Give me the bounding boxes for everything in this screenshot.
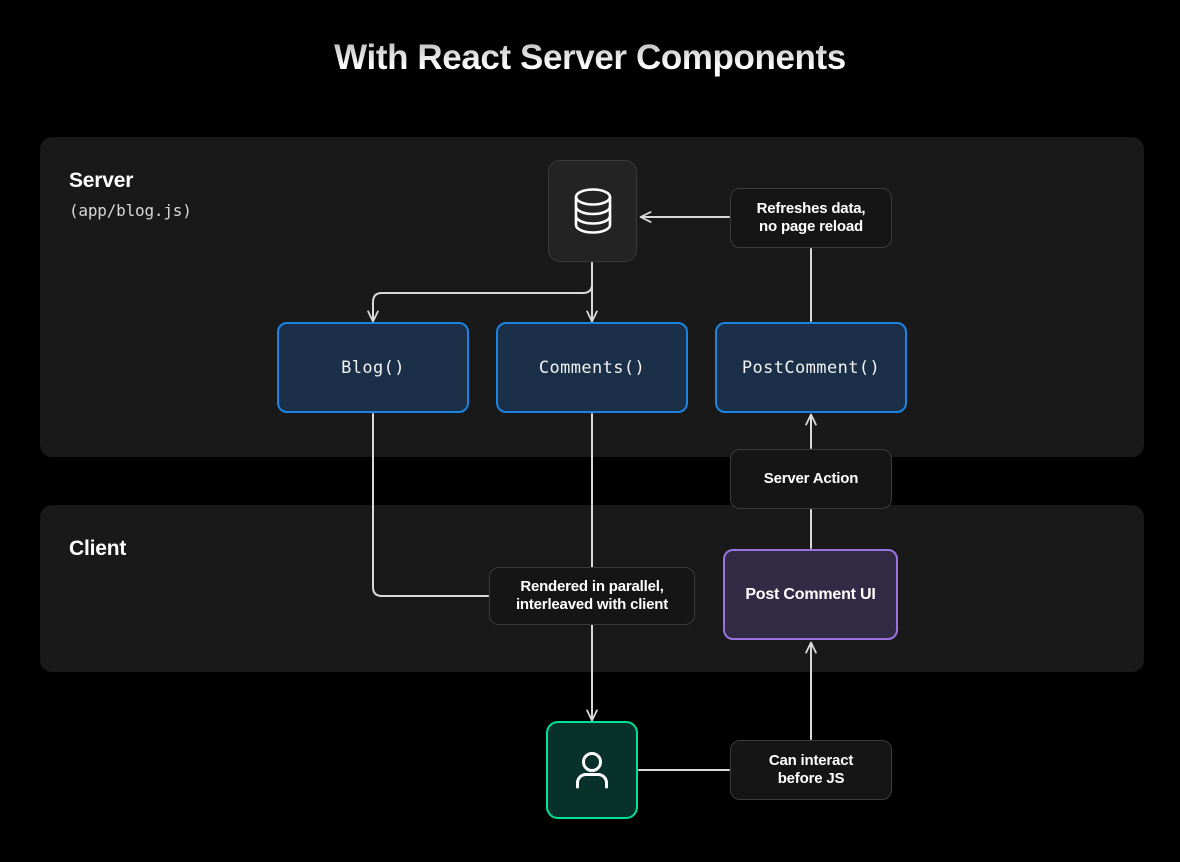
database-node[interactable] bbox=[548, 160, 637, 262]
annotation-rendered-parallel-line1: Rendered in parallel, bbox=[520, 578, 664, 596]
page-title: With React Server Components bbox=[0, 38, 1180, 78]
server-component-postcomment-label: PostComment() bbox=[741, 357, 881, 378]
client-component-post-comment-ui-label: Post Comment UI bbox=[745, 585, 876, 603]
server-panel-title: Server bbox=[69, 169, 134, 192]
user-icon bbox=[576, 752, 608, 789]
user-node[interactable] bbox=[546, 721, 638, 819]
annotation-refreshes-data: Refreshes data, no page reload bbox=[730, 188, 892, 248]
server-component-postcomment[interactable]: PostComment() bbox=[715, 322, 907, 413]
database-icon bbox=[574, 188, 611, 234]
annotation-can-interact-line1: Can interact bbox=[768, 752, 854, 770]
annotation-can-interact-line2: before JS bbox=[777, 770, 845, 787]
server-component-comments-label: Comments() bbox=[538, 357, 646, 378]
annotation-rendered-parallel: Rendered in parallel, interleaved with c… bbox=[489, 567, 695, 625]
annotation-refreshes-data-line2: no page reload bbox=[759, 218, 863, 235]
server-panel-subtitle: (app/blog.js) bbox=[69, 201, 192, 220]
client-panel-title: Client bbox=[69, 537, 127, 560]
server-component-comments[interactable]: Comments() bbox=[496, 322, 688, 413]
server-component-blog[interactable]: Blog() bbox=[277, 322, 469, 413]
server-component-blog-label: Blog() bbox=[341, 357, 405, 378]
annotation-rendered-parallel-line2: interleaved with client bbox=[515, 596, 669, 613]
annotation-can-interact: Can interact before JS bbox=[730, 740, 892, 800]
annotation-server-action: Server Action bbox=[730, 449, 892, 509]
annotation-refreshes-data-line1: Refreshes data, bbox=[756, 200, 866, 218]
diagram-canvas: With React Server Components Server (app… bbox=[0, 0, 1180, 862]
annotation-server-action-line1: Server Action bbox=[763, 470, 859, 488]
client-component-post-comment-ui[interactable]: Post Comment UI bbox=[723, 549, 898, 640]
